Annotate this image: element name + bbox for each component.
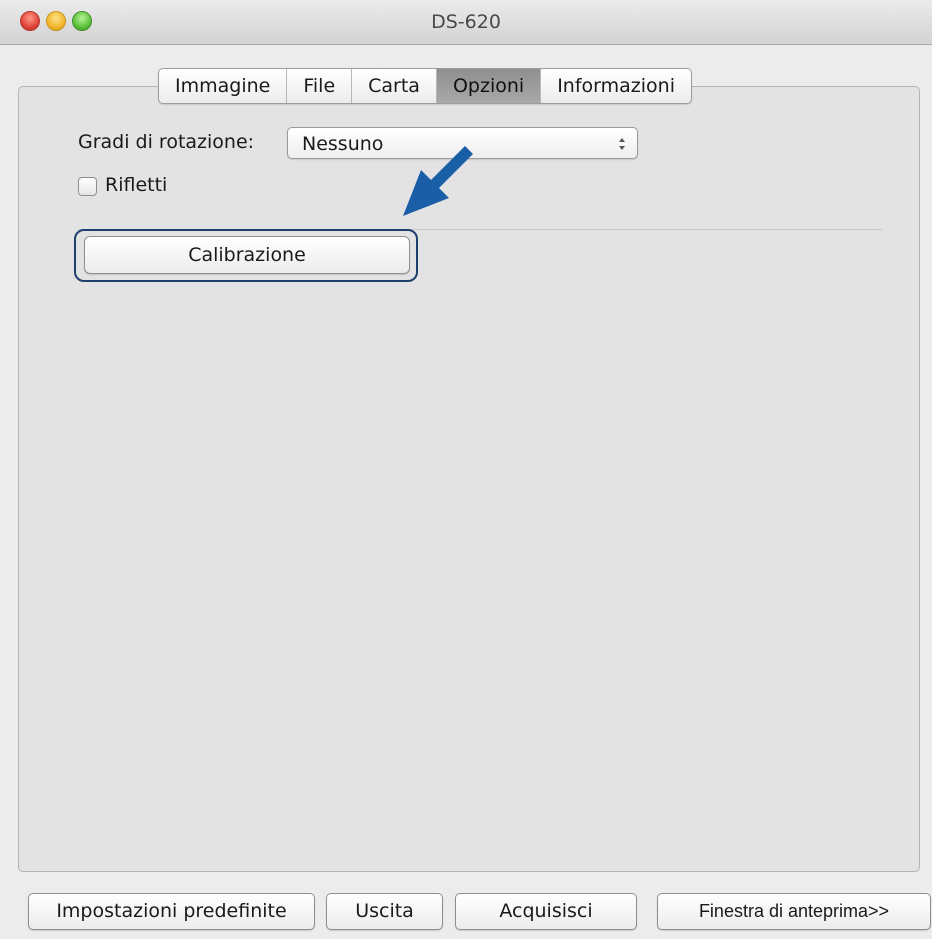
scan-button[interactable]: Acquisisci bbox=[455, 893, 637, 930]
preview-window-button[interactable]: Finestra di anteprima>> bbox=[657, 893, 931, 930]
mirror-checkbox[interactable] bbox=[78, 177, 97, 196]
tab-file[interactable]: File bbox=[287, 69, 353, 103]
title-bar[interactable]: DS-620 bbox=[0, 0, 932, 45]
rotation-label: Gradi di rotazione: bbox=[78, 131, 255, 153]
tab-informazioni[interactable]: Informazioni bbox=[541, 69, 691, 103]
exit-button[interactable]: Uscita bbox=[326, 893, 443, 930]
mirror-label[interactable]: Rifletti bbox=[105, 174, 167, 196]
calibration-button[interactable]: Calibrazione bbox=[84, 236, 410, 274]
window-title: DS-620 bbox=[431, 11, 501, 33]
default-settings-button[interactable]: Impostazioni predefinite bbox=[28, 893, 315, 930]
tab-carta[interactable]: Carta bbox=[352, 69, 437, 103]
pointer-arrow-icon bbox=[403, 146, 473, 216]
tab-opzioni[interactable]: Opzioni bbox=[436, 69, 542, 103]
tab-immagine[interactable]: Immagine bbox=[159, 69, 288, 103]
tab-bar: Immagine File Carta Opzioni Informazioni bbox=[158, 68, 692, 104]
up-down-arrows-icon bbox=[619, 138, 625, 150]
scanner-window: DS-620 Immagine File Carta Opzioni Infor… bbox=[0, 0, 932, 939]
rotation-select-value: Nessuno bbox=[302, 133, 384, 155]
